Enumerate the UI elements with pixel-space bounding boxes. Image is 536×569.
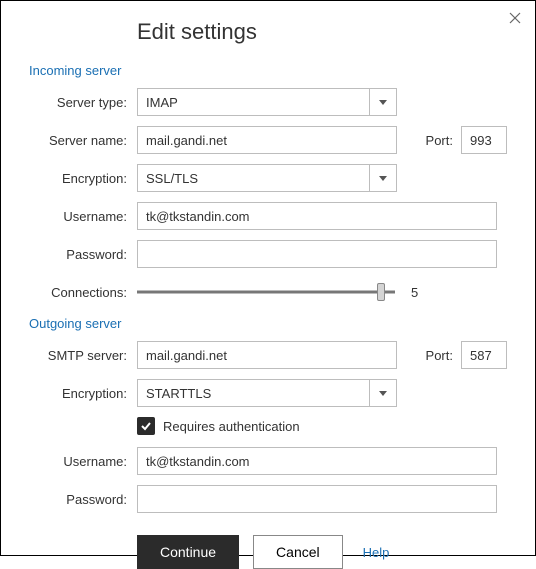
smtp-server-label: SMTP server: xyxy=(29,348,137,363)
outgoing-username-label: Username: xyxy=(29,454,137,469)
incoming-port-label: Port: xyxy=(426,133,461,148)
outgoing-username-input[interactable] xyxy=(137,447,497,475)
incoming-username-input[interactable] xyxy=(137,202,497,230)
server-name-input[interactable] xyxy=(137,126,397,154)
server-type-select[interactable] xyxy=(137,88,397,116)
server-name-label: Server name: xyxy=(29,133,137,148)
outgoing-password-label: Password: xyxy=(29,492,137,507)
slider-thumb[interactable] xyxy=(377,283,385,301)
incoming-encryption-select[interactable] xyxy=(137,164,397,192)
close-icon[interactable] xyxy=(509,11,521,27)
incoming-password-label: Password: xyxy=(29,247,137,262)
connections-slider[interactable] xyxy=(137,278,395,306)
dialog-title: Edit settings xyxy=(137,19,507,45)
outgoing-port-label: Port: xyxy=(426,348,461,363)
outgoing-section-header: Outgoing server xyxy=(29,316,507,331)
smtp-server-input[interactable] xyxy=(137,341,397,369)
incoming-encryption-value[interactable] xyxy=(137,164,397,192)
incoming-section-header: Incoming server xyxy=(29,63,507,78)
incoming-encryption-label: Encryption: xyxy=(29,171,137,186)
server-type-value[interactable] xyxy=(137,88,397,116)
incoming-port-input[interactable] xyxy=(461,126,507,154)
help-link[interactable]: Help xyxy=(363,545,390,560)
incoming-password-input[interactable] xyxy=(137,240,497,268)
outgoing-encryption-value[interactable] xyxy=(137,379,397,407)
incoming-username-label: Username: xyxy=(29,209,137,224)
cancel-button[interactable]: Cancel xyxy=(253,535,343,569)
server-type-label: Server type: xyxy=(29,95,137,110)
continue-button[interactable]: Continue xyxy=(137,535,239,569)
outgoing-encryption-label: Encryption: xyxy=(29,386,137,401)
connections-label: Connections: xyxy=(29,285,137,300)
requires-auth-label: Requires authentication xyxy=(163,419,300,434)
outgoing-encryption-select[interactable] xyxy=(137,379,397,407)
connections-value: 5 xyxy=(411,285,418,300)
outgoing-port-input[interactable] xyxy=(461,341,507,369)
requires-auth-checkbox[interactable] xyxy=(137,417,155,435)
outgoing-password-input[interactable] xyxy=(137,485,497,513)
